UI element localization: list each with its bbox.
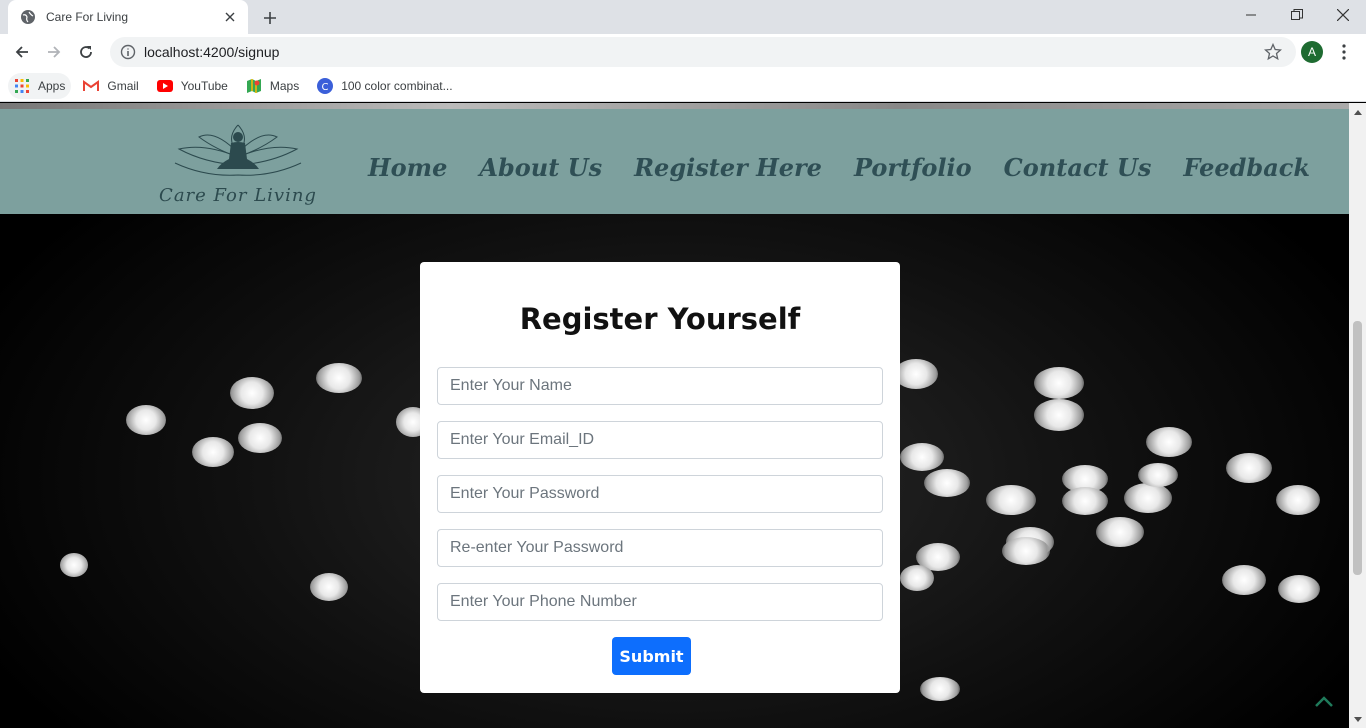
- nav-portfolio[interactable]: Portfolio: [854, 153, 972, 182]
- site-navbar: Care For Living Home About Us Register H…: [0, 109, 1349, 214]
- logo-text: Care For Living: [159, 185, 317, 206]
- apps-grid-icon: [14, 78, 30, 94]
- register-title: Register Yourself: [519, 302, 801, 336]
- confirm-password-input[interactable]: [437, 529, 883, 567]
- tab-title: Care For Living: [46, 10, 129, 24]
- info-icon[interactable]: [120, 44, 136, 60]
- globe-icon: [20, 9, 36, 25]
- maps-icon: [246, 78, 262, 94]
- bookmark-label: Maps: [269, 78, 300, 93]
- phone-input[interactable]: [437, 583, 883, 621]
- name-input[interactable]: [437, 367, 883, 405]
- scroll-up-arrow-icon[interactable]: [1349, 103, 1366, 120]
- reload-button[interactable]: [74, 40, 98, 64]
- profile-avatar[interactable]: A: [1301, 41, 1323, 63]
- browser-tab[interactable]: Care For Living: [8, 0, 248, 34]
- submit-button[interactable]: Submit: [612, 637, 691, 675]
- nav-links: Home About Us Register Here Portfolio Co…: [368, 153, 1342, 182]
- bookmark-gmail[interactable]: Gmail: [77, 73, 144, 99]
- bookmark-label: Apps: [38, 78, 66, 93]
- bookmark-youtube[interactable]: YouTube: [151, 73, 234, 99]
- bookmark-color-combinations[interactable]: C 100 color combinat...: [311, 73, 458, 99]
- url-text[interactable]: localhost:4200/signup: [144, 44, 279, 60]
- canva-icon: C: [317, 77, 334, 94]
- scrollbar-thumb[interactable]: [1353, 321, 1362, 575]
- browser-toolbar: localhost:4200/signup A: [0, 34, 1366, 70]
- minimize-button[interactable]: [1228, 0, 1274, 30]
- site-logo[interactable]: Care For Living: [155, 119, 321, 209]
- meditation-lotus-icon: [174, 124, 302, 176]
- bookmark-label: Gmail: [107, 78, 139, 93]
- nav-register-here[interactable]: Register Here: [634, 153, 822, 182]
- password-input[interactable]: [437, 475, 883, 513]
- bookmark-apps[interactable]: Apps: [8, 72, 72, 99]
- bookmarks-bar: Apps Gmail YouTube Maps C 100 color comb…: [0, 70, 1366, 102]
- forward-button[interactable]: [42, 40, 66, 64]
- bookmark-label: YouTube: [180, 78, 228, 93]
- close-window-button[interactable]: [1320, 0, 1366, 30]
- register-card: Register Yourself Submit: [420, 262, 900, 693]
- page-scrollbar[interactable]: [1349, 103, 1366, 728]
- back-button[interactable]: [10, 40, 34, 64]
- address-bar[interactable]: localhost:4200/signup: [110, 37, 1296, 67]
- nav-contact-us[interactable]: Contact Us: [1004, 153, 1152, 182]
- page-viewport: Care For Living Home About Us Register H…: [0, 103, 1366, 728]
- email-input[interactable]: [437, 421, 883, 459]
- new-tab-button[interactable]: [258, 6, 282, 30]
- more-menu-icon[interactable]: [1334, 42, 1354, 62]
- close-tab-icon[interactable]: [222, 9, 238, 25]
- svg-text:C: C: [322, 82, 329, 93]
- youtube-icon: [156, 78, 173, 94]
- scroll-down-arrow-icon[interactable]: [1349, 711, 1366, 728]
- bookmark-star-icon[interactable]: [1264, 43, 1282, 61]
- nav-home[interactable]: Home: [368, 153, 447, 182]
- tab-strip: Care For Living: [0, 0, 1366, 34]
- nav-about-us[interactable]: About Us: [479, 153, 602, 182]
- gmail-icon: [83, 78, 100, 94]
- bookmark-maps[interactable]: Maps: [240, 73, 305, 99]
- back-to-top-icon[interactable]: [1310, 691, 1338, 713]
- nav-feedback[interactable]: Feedback: [1183, 153, 1310, 182]
- restore-button[interactable]: [1274, 0, 1320, 30]
- bookmark-label: 100 color combinat...: [341, 78, 453, 93]
